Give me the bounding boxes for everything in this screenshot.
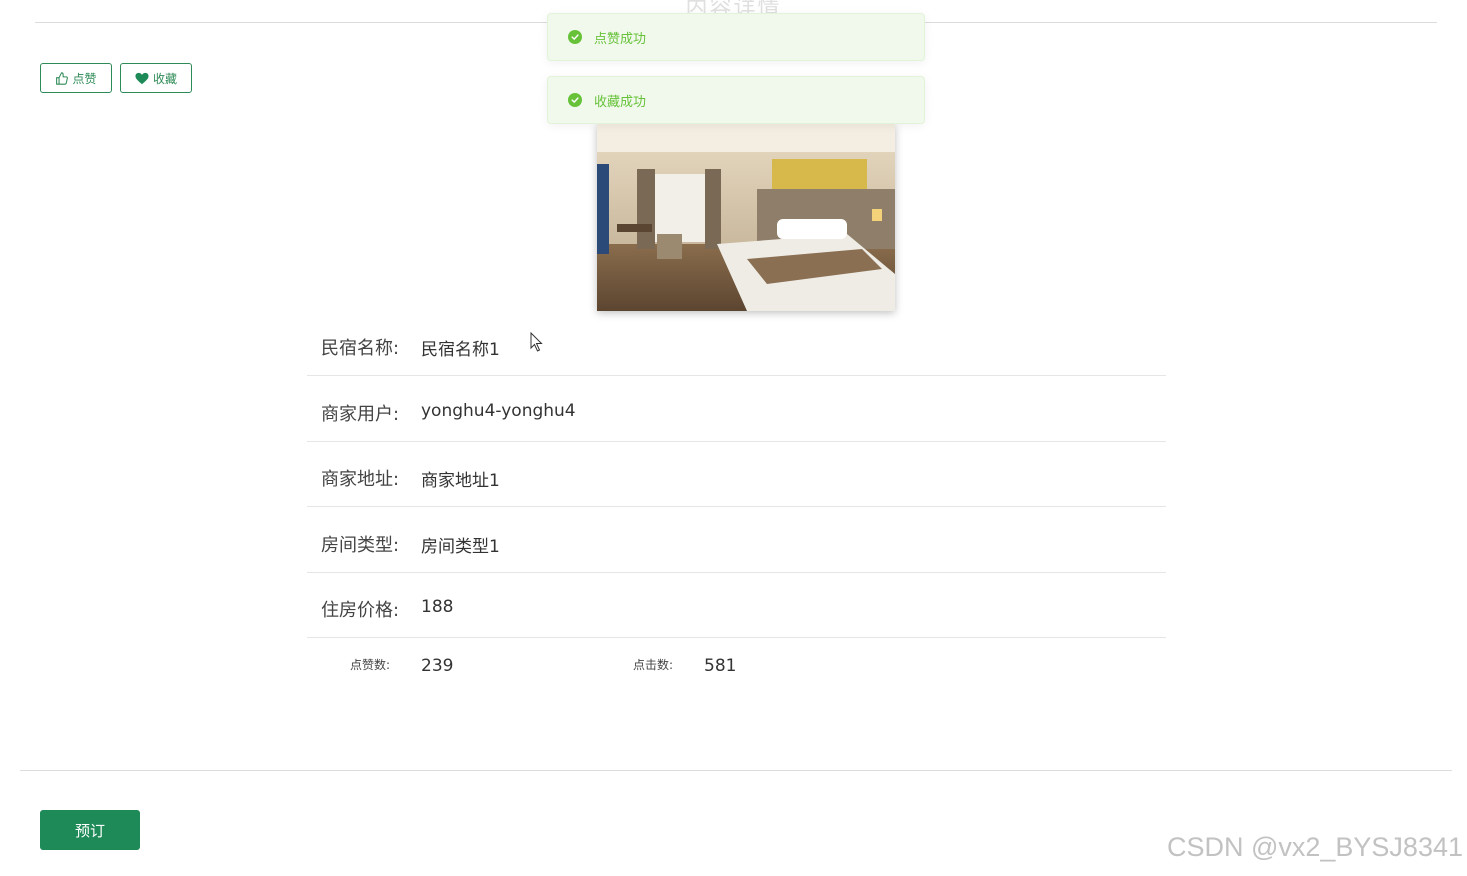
favorite-button-label: 收藏	[152, 71, 177, 86]
detail-label: 商家用户:	[321, 404, 400, 425]
detail-label: 民宿名称:	[321, 338, 400, 359]
detail-label: 商家地址:	[321, 469, 400, 490]
clicks-count-value: 581	[704, 656, 737, 676]
hotel-room-image	[597, 124, 895, 311]
mouse-pointer-icon	[530, 332, 543, 352]
detail-row-address: 商家地址: 商家地址1	[307, 442, 1166, 507]
detail-value: 商家地址1	[421, 471, 500, 491]
detail-page: 内容详情 点赞 收藏 点赞成功 收藏成功 民宿名称: 民宿名称1 商家用户: y…	[0, 0, 1467, 876]
toast-message: 收藏成功	[594, 94, 647, 110]
favorite-button[interactable]: 收藏	[120, 63, 192, 93]
detail-row-merchant: 商家用户: yonghu4-yonghu4	[307, 377, 1166, 442]
detail-value: 188	[421, 597, 454, 617]
like-button-label: 点赞	[72, 71, 97, 86]
favorite-success-toast: 收藏成功	[547, 76, 925, 124]
heart-icon	[135, 72, 149, 84]
check-circle-icon	[568, 93, 582, 107]
detail-label: 住房价格:	[321, 600, 400, 621]
like-success-toast: 点赞成功	[547, 13, 925, 61]
detail-row-name: 民宿名称: 民宿名称1	[307, 311, 1166, 376]
room-photo[interactable]	[597, 124, 895, 311]
book-button[interactable]: 预订	[40, 810, 140, 850]
detail-row-price: 住房价格: 188	[307, 573, 1166, 638]
detail-value: 民宿名称1	[421, 340, 500, 360]
check-circle-icon	[568, 30, 582, 44]
likes-count-value: 239	[421, 656, 454, 676]
detail-value: yonghu4-yonghu4	[421, 401, 576, 421]
detail-row-room-type: 房间类型: 房间类型1	[307, 508, 1166, 573]
like-button[interactable]: 点赞	[40, 63, 112, 93]
watermark: CSDN @vx2_BYSJ8341	[1166, 832, 1463, 862]
detail-label: 房间类型:	[321, 535, 400, 556]
detail-value: 房间类型1	[421, 537, 500, 557]
bottom-divider	[20, 770, 1452, 771]
thumbs-up-icon	[56, 71, 69, 85]
toast-message: 点赞成功	[594, 31, 647, 47]
clicks-count-label: 点击数:	[633, 658, 674, 672]
likes-count-label: 点赞数:	[350, 658, 391, 672]
